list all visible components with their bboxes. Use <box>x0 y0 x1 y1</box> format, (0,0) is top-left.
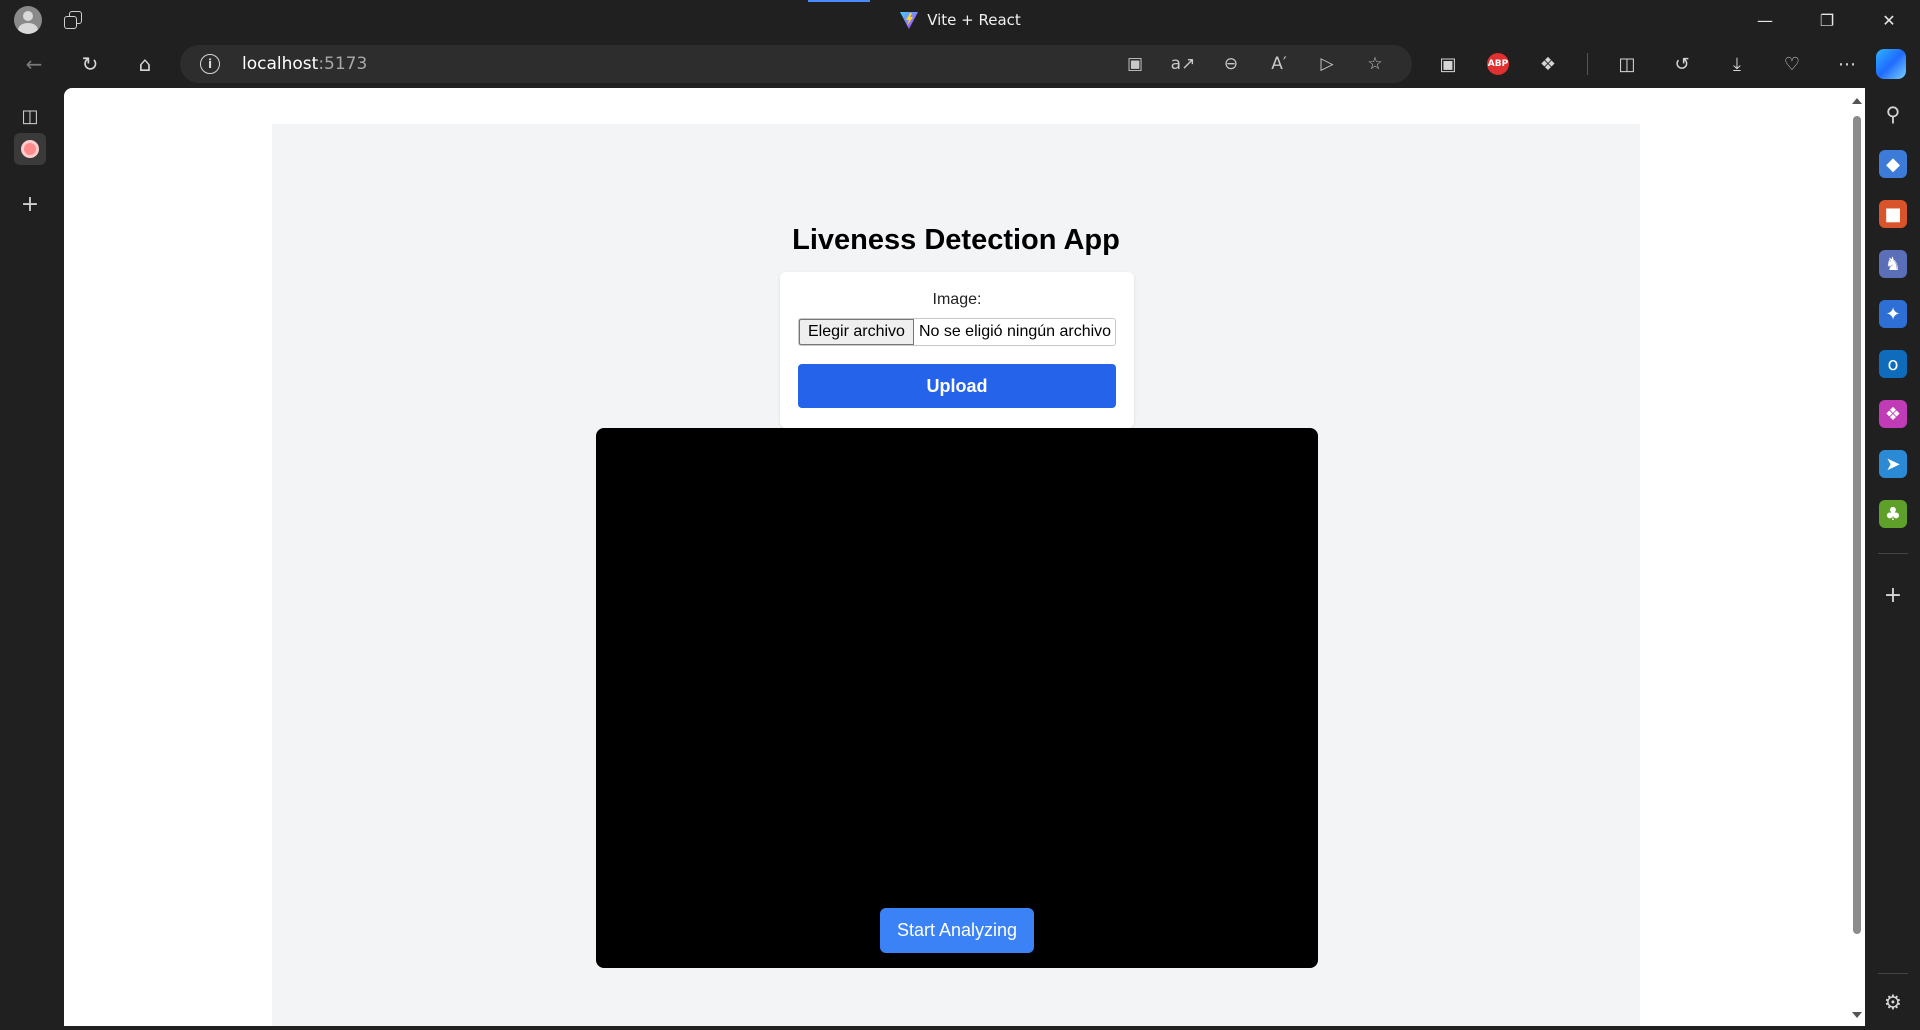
file-input[interactable]: Elegir archivo No se eligió ningún archi… <box>798 318 1116 346</box>
translate-icon[interactable]: a↗ <box>1170 53 1196 75</box>
scroll-down-arrow-icon[interactable] <box>1852 1012 1862 1018</box>
start-analyzing-button[interactable]: Start Analyzing <box>880 908 1034 953</box>
tab-recording[interactable] <box>14 133 46 165</box>
more-icon[interactable]: ⋯ <box>1831 50 1863 78</box>
games-icon[interactable]: ♞ <box>1879 250 1907 278</box>
minimize-button[interactable]: — <box>1734 0 1796 40</box>
downloads-icon[interactable]: ⤓ <box>1721 50 1753 78</box>
home-button[interactable]: ⌂ <box>131 50 159 78</box>
app-window-icon[interactable]: ▣ <box>1432 50 1464 78</box>
upload-card: Image: Elegir archivo No se eligió ningú… <box>780 272 1134 428</box>
send-icon[interactable]: ➤ <box>1879 450 1907 478</box>
window-title-area: Vite + React <box>0 0 1920 40</box>
copilot-app-icon[interactable]: ✦ <box>1879 300 1907 328</box>
scroll-thumb[interactable] <box>1853 116 1861 934</box>
right-sidebar: ⚲ ◆ ■ ♞ ✦ o ❖ ➤ ♣ + ⚙ <box>1866 88 1920 1030</box>
settings-icon[interactable]: ⚙ <box>1879 988 1907 1016</box>
upload-button[interactable]: Upload <box>798 364 1116 408</box>
scroll-up-arrow-icon[interactable] <box>1852 98 1862 104</box>
outlook-icon[interactable]: o <box>1879 350 1907 378</box>
browser-toolbar: ← ↻ ⌂ i localhost:5173 ▣ a↗ ⊖ A′ ▷ ☆ ▣ A… <box>0 40 1920 88</box>
page-title: Liveness Detection App <box>792 224 1120 256</box>
designer-icon[interactable]: ❖ <box>1879 400 1907 428</box>
toolbar-divider <box>1587 53 1588 75</box>
app-container: Liveness Detection App Image: Elegir arc… <box>272 124 1640 1026</box>
page-scrollbar[interactable] <box>1849 88 1865 1026</box>
read-aloud-icon[interactable]: A′ <box>1266 53 1292 75</box>
split-screen-icon[interactable]: ◫ <box>1611 50 1643 78</box>
tree-icon[interactable]: ♣ <box>1879 500 1907 528</box>
tab-actions-icon[interactable]: ◫ <box>14 100 46 132</box>
tools-icon[interactable]: ■ <box>1879 200 1907 228</box>
zoom-out-icon[interactable]: ⊖ <box>1218 53 1244 75</box>
site-info-icon[interactable]: i <box>200 54 220 74</box>
choose-file-button[interactable]: Elegir archivo <box>799 319 914 345</box>
performance-icon[interactable]: ♡ <box>1776 50 1808 78</box>
title-bar: Vite + React — ❐ ✕ <box>0 0 1920 40</box>
adblock-icon[interactable]: ABP <box>1487 53 1509 75</box>
new-tab-icon[interactable]: + <box>14 188 46 220</box>
file-status-text: No se eligió ningún archivo <box>918 323 1112 340</box>
add-icon[interactable]: + <box>1879 581 1907 609</box>
favorite-star-icon[interactable]: ☆ <box>1362 53 1388 75</box>
tag-icon[interactable]: ◆ <box>1879 150 1907 178</box>
close-button[interactable]: ✕ <box>1858 0 1920 40</box>
history-icon[interactable]: ↺ <box>1666 50 1698 78</box>
camera-icon[interactable]: ▣ <box>1122 53 1148 75</box>
page-viewport: Liveness Detection App Image: Elegir arc… <box>64 88 1865 1026</box>
address-url[interactable]: localhost:5173 <box>242 54 367 74</box>
back-button[interactable]: ← <box>20 50 48 78</box>
restore-button[interactable]: ❐ <box>1796 0 1858 40</box>
video-preview: Start Analyzing <box>596 428 1318 968</box>
vite-logo-icon <box>900 12 919 29</box>
vertical-tab-strip: ◫ + <box>0 88 64 1030</box>
window-title: Vite + React <box>927 11 1021 29</box>
image-label: Image: <box>932 291 982 308</box>
address-bar[interactable]: i localhost:5173 ▣ a↗ ⊖ A′ ▷ ☆ <box>180 45 1412 83</box>
search-icon[interactable]: ⚲ <box>1879 100 1907 128</box>
recording-icon <box>21 140 39 158</box>
screenshot-icon[interactable]: ▷ <box>1314 53 1340 75</box>
refresh-button[interactable]: ↻ <box>76 50 104 78</box>
sidebar-divider <box>1878 553 1908 554</box>
copilot-icon[interactable] <box>1876 49 1906 79</box>
extensions-icon[interactable]: ❖ <box>1532 50 1564 78</box>
sidebar-divider-bottom <box>1878 973 1908 974</box>
